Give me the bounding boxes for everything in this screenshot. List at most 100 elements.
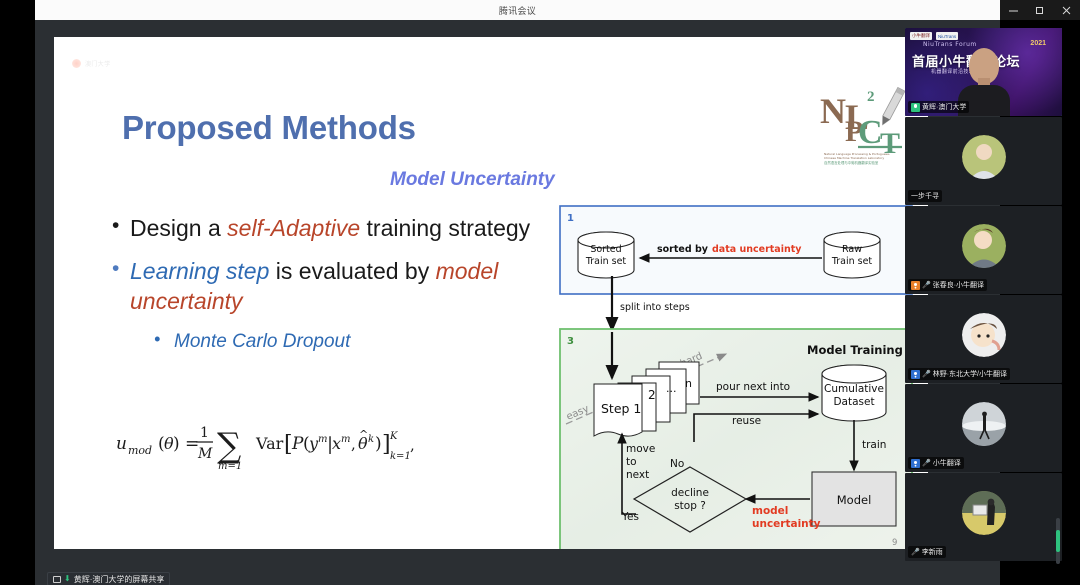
svg-text:reuse: reuse (732, 415, 761, 427)
bullet-1-post: training strategy (360, 215, 531, 241)
svg-text:Yes: Yes (621, 511, 639, 523)
minimize-icon[interactable] (1002, 5, 1024, 16)
participant-icon (911, 280, 920, 290)
svg-text:uncertainty: uncertainty (752, 518, 821, 530)
svg-text:m: m (341, 434, 350, 445)
svg-text:Chinese Machine Translation La: Chinese Machine Translation Laboratory (824, 156, 884, 160)
tencent-meeting-window: 腾讯会议 澳门大学 Proposed Methods Model Uncerta… (0, 0, 1080, 585)
svg-text:next: next (626, 469, 649, 481)
avatar (961, 491, 1006, 536)
host-icon: 🎤 (911, 549, 920, 556)
participant-tile[interactable]: 一步千寻 (905, 117, 1062, 205)
model-uncertainty-formula: u mod ( θ ) = 1 M ∑ m=1 Var [ P ( y m | (116, 417, 546, 472)
nlp2ct-logo: N L P 2 C T Natural Language Processing … (818, 81, 906, 165)
svg-text:Var: Var (255, 434, 284, 453)
participant-tile[interactable]: 🎤 小牛翻译 (905, 384, 1062, 472)
bullet-item-2: Learning step is evaluated by model unce… (110, 255, 540, 317)
svg-text:k: k (368, 434, 374, 445)
participant-name-badge: 🎤 李新雨 (908, 546, 946, 558)
bullet-list: Design a self-Adaptive training strategy… (110, 212, 540, 353)
participant-name: 张春良·小牛翻译 (932, 282, 985, 289)
svg-text:N: N (820, 91, 846, 131)
close-icon[interactable] (1056, 5, 1078, 16)
screen-icon (53, 575, 61, 583)
svg-text:m=1: m=1 (218, 461, 242, 472)
host-icon: 🎤 (922, 460, 931, 467)
participant-name-badge: 黄辉·澳门大学 (908, 101, 970, 113)
left-black-strip (0, 20, 35, 585)
svg-text:mod: mod (128, 444, 152, 457)
svg-text:...: ... (666, 382, 677, 395)
participant-tile[interactable]: 🎤 李新雨 (905, 473, 1062, 561)
svg-text:9: 9 (892, 538, 897, 548)
svg-text:decline: decline (671, 487, 709, 499)
svg-text:1: 1 (567, 213, 574, 224)
svg-text:No: No (670, 458, 684, 470)
svg-text:Sorted: Sorted (590, 244, 621, 255)
bullet-2-emphasis-1: Learning step (130, 257, 270, 284)
svg-text:stop ?: stop ? (674, 500, 706, 512)
svg-text:x: x (332, 434, 341, 453)
svg-text:1: 1 (200, 425, 209, 441)
svg-text:): ) (375, 434, 382, 454)
svg-text:Cumulative: Cumulative (824, 383, 884, 395)
svg-text:C: C (858, 114, 883, 151)
svg-text:,: , (351, 435, 356, 453)
banner-logo-b: NiuTrans (936, 32, 959, 40)
svg-text:3: 3 (567, 336, 574, 347)
avatar (961, 135, 1006, 180)
svg-text:Raw: Raw (842, 244, 862, 255)
svg-text:K: K (389, 431, 398, 442)
sidebar-scrollbar[interactable] (1056, 518, 1060, 564)
svg-text:∑: ∑ (217, 426, 241, 466)
avatar (961, 402, 1006, 447)
svg-text:) =: ) = (173, 434, 199, 454)
presentation-slide: 澳门大学 Proposed Methods Model Uncertainty … (54, 37, 928, 549)
svg-text:pour next into: pour next into (716, 381, 790, 393)
participant-name: 林野·东北大学/小牛翻译 (932, 371, 1007, 378)
participant-tile-speaker[interactable]: 小牛翻译 NiuTrans NiuTrans Forum 2021 首届小牛翻译… (905, 28, 1062, 116)
svg-text:train: train (862, 439, 886, 451)
banner-brand: NiuTrans Forum (923, 41, 977, 48)
maximize-icon[interactable] (1029, 5, 1051, 16)
svg-text:k=1: k=1 (390, 451, 411, 462)
svg-text:data uncertainty: data uncertainty (712, 244, 802, 255)
host-icon: 🎤 (922, 371, 931, 378)
svg-text:sorted by: sorted by (657, 244, 709, 255)
bullet-item-3: Monte Carlo Dropout (152, 329, 540, 353)
banner-year: 2021 (1030, 40, 1046, 47)
svg-text:自然语言处理与中葡机器翻译实验室: 自然语言处理与中葡机器翻译实验室 (824, 160, 879, 165)
participant-tile[interactable]: 🎤 张春良·小牛翻译 (905, 206, 1062, 294)
participant-tile[interactable]: 🎤 林野·东北大学/小牛翻译 (905, 295, 1062, 383)
bullet-item-1: Design a self-Adaptive training strategy (110, 212, 540, 244)
svg-text:M: M (197, 446, 213, 462)
svg-text:n: n (685, 377, 692, 390)
participant-name: 黄辉·澳门大学 (922, 104, 967, 111)
watermark-dot-icon (72, 59, 81, 68)
svg-text:model: model (752, 505, 788, 517)
svg-text:move: move (626, 443, 655, 455)
participant-name-badge: 🎤 小牛翻译 (908, 457, 964, 469)
svg-text:u: u (116, 434, 127, 454)
svg-text:Step 1: Step 1 (601, 401, 641, 416)
shared-screen-stage: 澳门大学 Proposed Methods Model Uncertainty … (35, 20, 1000, 585)
svg-text:2: 2 (648, 388, 656, 402)
participant-icon (911, 369, 920, 379)
bullet-1-emphasis: self-Adaptive (227, 215, 361, 241)
mic-active-icon (911, 102, 920, 112)
host-icon: 🎤 (922, 282, 931, 289)
scrollbar-thumb[interactable] (1056, 530, 1060, 552)
share-status-label: 黄辉·澳门大学的屏幕共享 (73, 574, 165, 584)
avatar (961, 313, 1006, 358)
svg-text:2: 2 (867, 89, 875, 105)
window-title: 腾讯会议 (498, 5, 537, 16)
svg-text:,: , (410, 436, 415, 454)
participant-name-badge: 🎤 张春良·小牛翻译 (908, 279, 988, 291)
svg-text:Dataset: Dataset (833, 396, 874, 408)
avatar (961, 224, 1006, 269)
participant-video-sidebar[interactable]: 小牛翻译 NiuTrans NiuTrans Forum 2021 首届小牛翻译… (905, 28, 1062, 568)
page-subtitle: Model Uncertainty (390, 169, 555, 190)
window-titlebar: 腾讯会议 (35, 0, 1000, 20)
participant-icon (911, 458, 920, 468)
window-controls[interactable] (1000, 0, 1080, 20)
